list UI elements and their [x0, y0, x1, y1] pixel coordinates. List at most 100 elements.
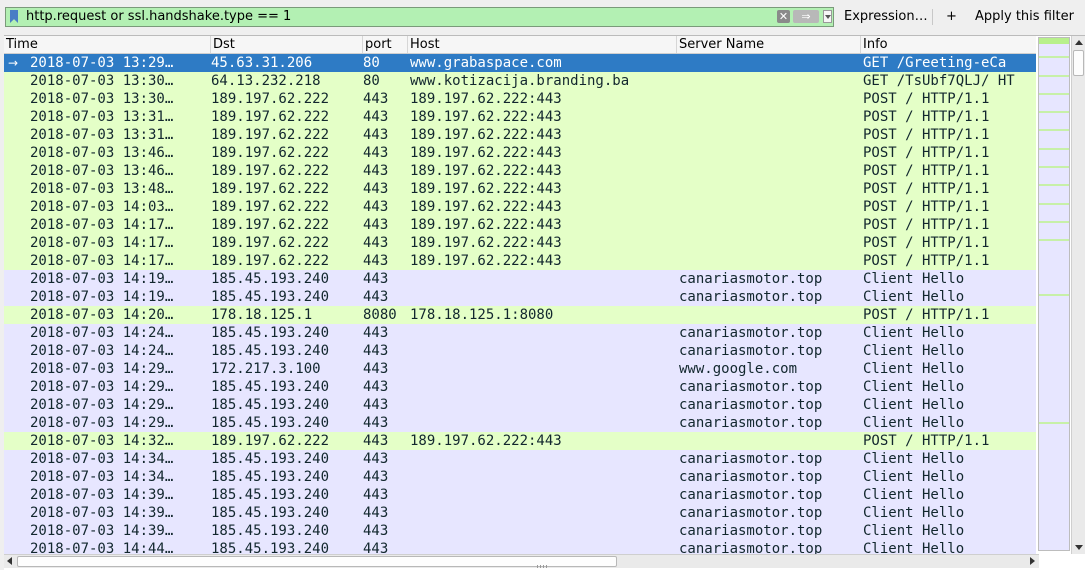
cell-dst: 185.45.193.240: [211, 289, 330, 305]
packet-row[interactable]: → 2018-07-03 13:29… 45.63.31.206 80 www.grab…: [4, 54, 1036, 72]
cell-dst: 189.197.62.222: [211, 181, 330, 197]
packet-list: Time Dst port Host Server Name Info → 201…: [4, 35, 1085, 570]
cell-time: 2018-07-03 14:19…: [30, 271, 174, 287]
apply-this-filter-button[interactable]: Apply this filter: [975, 9, 1074, 24]
cell-dst: 189.197.62.222: [211, 163, 330, 179]
packet-row[interactable]: 2018-07-03 14:17… 189.197.62.222 443 189.19…: [4, 252, 1036, 270]
packet-row[interactable]: 2018-07-03 14:39… 185.45.193.240 443 canari…: [4, 522, 1036, 540]
packet-row[interactable]: 2018-07-03 14:29… 172.217.3.100 443 www.goo…: [4, 360, 1036, 378]
minimap-mark: [1039, 56, 1069, 58]
cell-port: 443: [363, 505, 389, 521]
clear-filter-button[interactable]: ✕: [777, 10, 790, 23]
cell-host: 189.197.62.222:443: [410, 109, 562, 125]
packet-row[interactable]: 2018-07-03 14:19… 185.45.193.240 443 canari…: [4, 288, 1036, 306]
minimap-mark: [1039, 129, 1069, 131]
display-filter-box[interactable]: ✕ ⇒: [5, 7, 834, 27]
packet-row[interactable]: 2018-07-03 14:34… 185.45.193.240 443 canari…: [4, 468, 1036, 486]
filter-history-dropdown[interactable]: [823, 10, 832, 23]
packet-row[interactable]: 2018-07-03 14:32… 189.197.62.222 443 189.19…: [4, 432, 1036, 450]
column-header-host[interactable]: Host: [408, 36, 677, 53]
packet-row[interactable]: 2018-07-03 14:29… 185.45.193.240 443 canari…: [4, 378, 1036, 396]
cell-info: Client Hello: [863, 289, 965, 305]
scroll-up-icon[interactable]: [1075, 40, 1083, 45]
expression-button[interactable]: Expression…: [844, 9, 928, 24]
column-header-info[interactable]: Info: [861, 36, 1036, 53]
cell-info: POST / HTTP/1.1: [863, 433, 990, 449]
cell-host: 189.197.62.222:443: [410, 145, 562, 161]
cell-port: 443: [363, 433, 389, 449]
scroll-down-icon[interactable]: [1075, 545, 1083, 550]
scroll-right-icon[interactable]: [1030, 557, 1035, 565]
packet-row[interactable]: 2018-07-03 14:19… 185.45.193.240 443 canari…: [4, 270, 1036, 288]
cell-server-name: canariasmotor.top: [679, 271, 823, 287]
cell-dst: 189.197.62.222: [211, 145, 330, 161]
cell-port: 443: [363, 343, 389, 359]
cell-dst: 185.45.193.240: [211, 487, 330, 503]
horizontal-scrollbar[interactable]: [4, 554, 1039, 568]
cell-port: 443: [363, 181, 389, 197]
horizontal-scroll-thumb[interactable]: [17, 556, 617, 567]
cell-port: 443: [363, 325, 389, 341]
cell-port: 443: [363, 397, 389, 413]
packet-row[interactable]: 2018-07-03 14:29… 185.45.193.240 443 canari…: [4, 396, 1036, 414]
packet-row[interactable]: 2018-07-03 14:29… 185.45.193.240 443 canari…: [4, 414, 1036, 432]
cell-info: Client Hello: [863, 469, 965, 485]
column-header-port[interactable]: port: [363, 36, 408, 53]
cell-port: 443: [363, 199, 389, 215]
scroll-left-icon[interactable]: [7, 557, 12, 565]
cell-host: 189.197.62.222:443: [410, 91, 562, 107]
packet-row[interactable]: 2018-07-03 13:48… 189.197.62.222 443 189.19…: [4, 180, 1036, 198]
cell-info: POST / HTTP/1.1: [863, 253, 990, 269]
cell-info: POST / HTTP/1.1: [863, 145, 990, 161]
cell-info: GET /TsUbf7QLJ/ HT: [863, 73, 1015, 89]
column-header-dst[interactable]: Dst: [211, 36, 363, 53]
cell-info: POST / HTTP/1.1: [863, 307, 990, 323]
cell-time: 2018-07-03 14:39…: [30, 523, 174, 539]
packet-row[interactable]: 2018-07-03 14:24… 185.45.193.240 443 canari…: [4, 324, 1036, 342]
packet-minimap[interactable]: [1038, 37, 1070, 551]
packet-row[interactable]: 2018-07-03 14:39… 185.45.193.240 443 canari…: [4, 504, 1036, 522]
cell-dst: 178.18.125.1: [211, 307, 313, 323]
packet-row[interactable]: 2018-07-03 14:34… 185.45.193.240 443 canari…: [4, 450, 1036, 468]
cell-port: 443: [363, 379, 389, 395]
packet-row[interactable]: 2018-07-03 14:24… 185.45.193.240 443 canari…: [4, 342, 1036, 360]
display-filter-toolbar: ✕ ⇒ Expression… + Apply this filter: [0, 0, 1085, 34]
packet-row[interactable]: 2018-07-03 13:46… 189.197.62.222 443 189.19…: [4, 144, 1036, 162]
packet-row[interactable]: 2018-07-03 14:17… 189.197.62.222 443 189.19…: [4, 234, 1036, 252]
display-filter-input[interactable]: [26, 8, 766, 26]
packet-row[interactable]: 2018-07-03 14:03… 189.197.62.222 443 189.19…: [4, 198, 1036, 216]
bookmark-icon[interactable]: [10, 10, 18, 23]
cell-info: Client Hello: [863, 415, 965, 431]
apply-filter-arrow-button[interactable]: ⇒: [793, 10, 819, 23]
packet-row[interactable]: 2018-07-03 14:20… 178.18.125.1 8080 178.18.…: [4, 306, 1036, 324]
cell-port: 80: [363, 55, 380, 71]
packet-row[interactable]: 2018-07-03 13:31… 189.197.62.222 443 189.19…: [4, 126, 1036, 144]
packet-row[interactable]: 2018-07-03 14:17… 189.197.62.222 443 189.19…: [4, 216, 1036, 234]
minimap-mark: [1039, 93, 1069, 95]
vertical-scrollbar[interactable]: [1071, 36, 1085, 554]
cell-info: Client Hello: [863, 361, 965, 377]
cell-time: 2018-07-03 14:39…: [30, 505, 174, 521]
cell-host: 189.197.62.222:443: [410, 163, 562, 179]
minimap-mark: [1039, 148, 1069, 150]
cell-server-name: canariasmotor.top: [679, 523, 823, 539]
column-header-time[interactable]: Time: [4, 36, 211, 53]
cell-host: www.kotizacija.branding.ba: [410, 73, 630, 89]
cell-server-name: canariasmotor.top: [679, 451, 823, 467]
packet-row[interactable]: 2018-07-03 13:30… 189.197.62.222 443 189.19…: [4, 90, 1036, 108]
column-header-server-name[interactable]: Server Name: [677, 36, 861, 53]
cell-port: 443: [363, 487, 389, 503]
cell-time: 2018-07-03 14:34…: [30, 451, 174, 467]
add-filter-button[interactable]: +: [946, 9, 957, 24]
packet-row[interactable]: 2018-07-03 13:30… 64.13.232.218 80 www.koti…: [4, 72, 1036, 90]
cell-dst: 172.217.3.100: [211, 361, 321, 377]
vertical-scroll-thumb[interactable]: [1073, 50, 1084, 76]
packet-row[interactable]: 2018-07-03 14:39… 185.45.193.240 443 canari…: [4, 486, 1036, 504]
cell-port: 443: [363, 127, 389, 143]
minimap-selection: [1039, 38, 1069, 44]
splitter-grip[interactable]: [537, 565, 549, 568]
packet-row[interactable]: 2018-07-03 13:46… 189.197.62.222 443 189.19…: [4, 162, 1036, 180]
packet-row[interactable]: 2018-07-03 14:44… 185.45.193.240 443 canari…: [4, 540, 1036, 554]
packet-row[interactable]: 2018-07-03 13:31… 189.197.62.222 443 189.19…: [4, 108, 1036, 126]
cell-port: 443: [363, 415, 389, 431]
